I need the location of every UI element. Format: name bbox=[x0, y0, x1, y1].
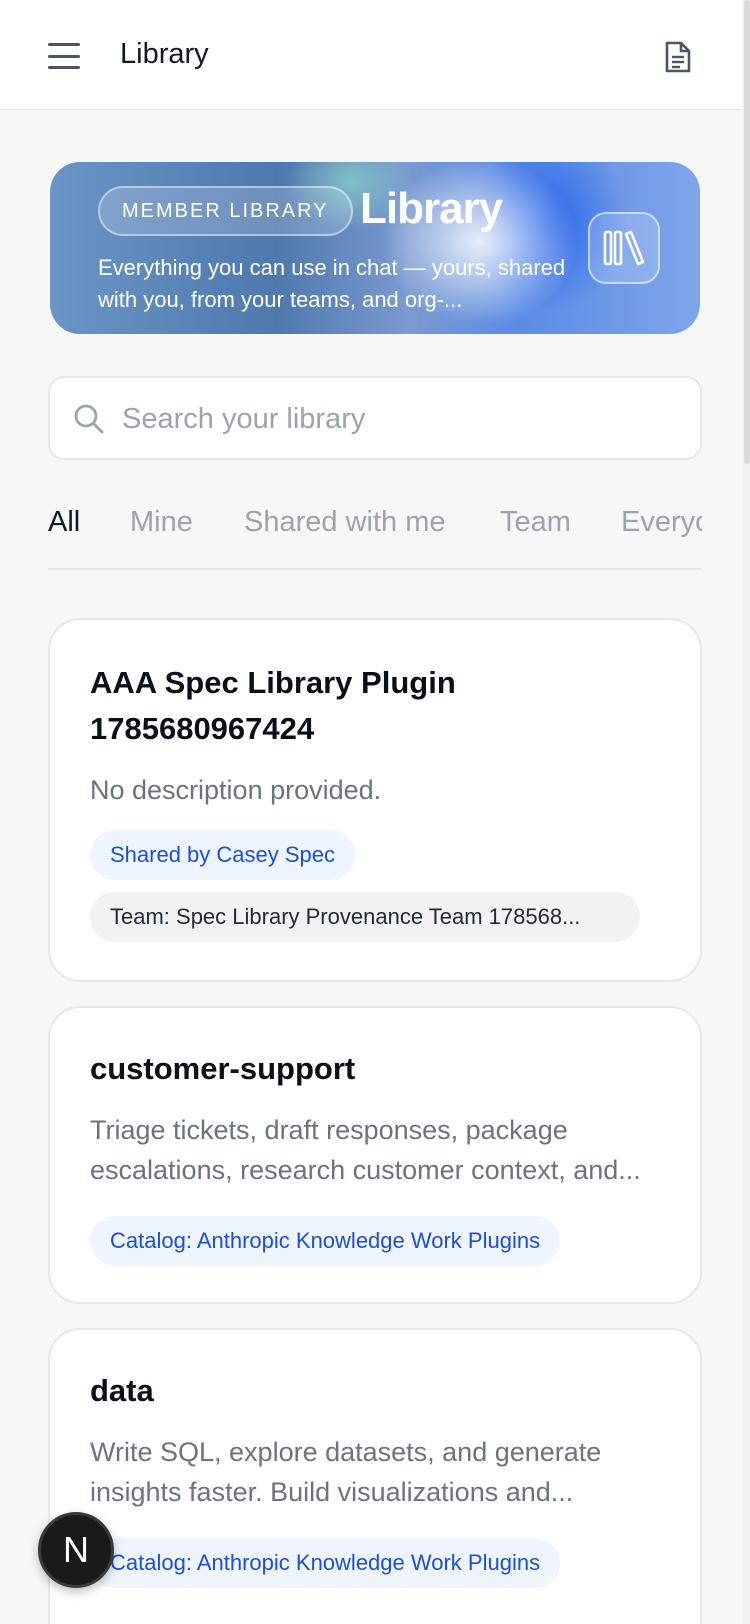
tab-team[interactable]: Team bbox=[500, 506, 571, 568]
team-chip: Team: Spec Library Provenance Team 17856… bbox=[90, 892, 640, 942]
library-item-card[interactable]: customer-support Triage tickets, draft r… bbox=[48, 1006, 702, 1304]
card-description: Triage tickets, draft responses, package… bbox=[90, 1115, 641, 1185]
tab-shared-with-me[interactable]: Shared with me bbox=[244, 506, 446, 568]
tab-all[interactable]: All bbox=[48, 506, 80, 568]
books-icon bbox=[588, 212, 660, 284]
card-title: data bbox=[90, 1373, 154, 1408]
search-icon bbox=[74, 404, 104, 434]
search-input[interactable] bbox=[122, 392, 682, 446]
scrollbar-thumb[interactable] bbox=[744, 0, 750, 464]
hero-description: Everything you can use in chat — yours, … bbox=[98, 255, 566, 312]
tab-everyone[interactable]: Everyo bbox=[621, 506, 702, 568]
hero-title: Library bbox=[360, 184, 503, 233]
member-library-badge: MEMBER LIBRARY bbox=[98, 186, 353, 236]
library-search-box[interactable] bbox=[48, 376, 702, 460]
library-item-card[interactable]: AAA Spec Library Plugin 1785680967424 No… bbox=[48, 618, 702, 982]
card-title-line: 1785680967424 bbox=[90, 711, 315, 746]
library-filter-tabs: All Mine Shared with me Team Everyo bbox=[48, 490, 702, 570]
document-icon[interactable] bbox=[662, 40, 694, 74]
tab-mine[interactable]: Mine bbox=[130, 506, 193, 568]
user-avatar-button[interactable]: N bbox=[38, 1512, 114, 1588]
page-title: Library bbox=[120, 38, 209, 70]
hamburger-menu-icon[interactable] bbox=[46, 40, 82, 72]
library-hero-banner: MEMBER LIBRARY Library Everything you ca… bbox=[50, 162, 700, 334]
catalog-chip: Catalog: Anthropic Knowledge Work Plugin… bbox=[90, 1538, 561, 1588]
top-bar: Library bbox=[0, 0, 742, 110]
card-description: Write SQL, explore datasets, and generat… bbox=[90, 1437, 602, 1507]
catalog-chip: Catalog: Anthropic Knowledge Work Plugin… bbox=[90, 1216, 561, 1266]
card-title-line: AAA Spec Library Plugin bbox=[90, 665, 456, 700]
card-description: No description provided. bbox=[90, 775, 382, 805]
shared-by-chip: Shared by Casey Spec bbox=[90, 830, 356, 880]
card-title: AAA Spec Library Plugin 1785680967424 bbox=[90, 660, 456, 752]
card-title: customer-support bbox=[90, 1051, 356, 1086]
library-item-card[interactable]: data Write SQL, explore datasets, and ge… bbox=[48, 1328, 702, 1624]
